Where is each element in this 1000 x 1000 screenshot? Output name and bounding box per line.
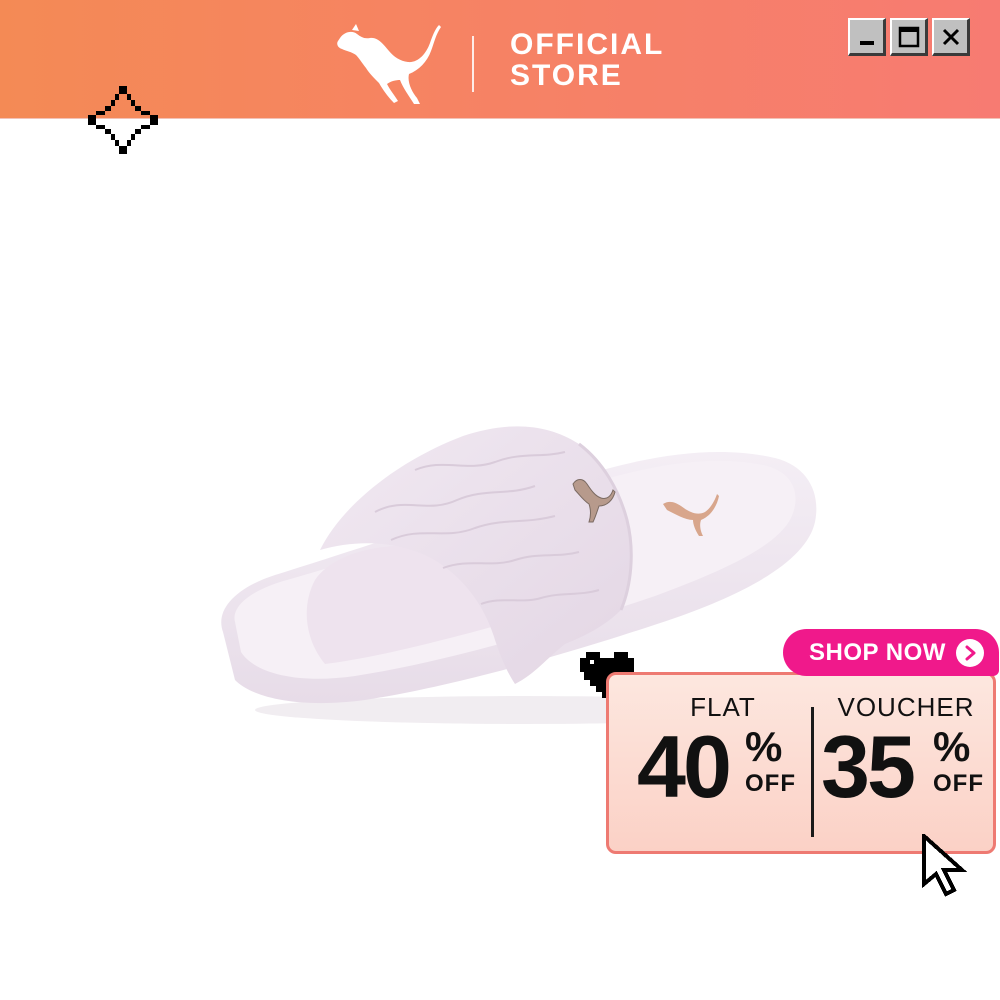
flat-value: 40 bbox=[637, 717, 732, 816]
store-title: OFFICIAL STORE bbox=[510, 29, 664, 91]
shop-now-label: SHOP NOW bbox=[809, 638, 946, 666]
flat-discount: FLAT 40 % OFF bbox=[637, 693, 809, 819]
close-icon bbox=[942, 28, 959, 45]
voucher-off: OFF bbox=[933, 770, 984, 797]
ad-canvas: OFFICIAL STORE FLAT 40 % OFF VOUCHER 35 … bbox=[0, 0, 1000, 1000]
store-title-line2: STORE bbox=[510, 59, 623, 92]
voucher-discount: VOUCHER 35 % OFF bbox=[821, 693, 991, 819]
minimize-button[interactable] bbox=[848, 18, 886, 56]
minimize-icon bbox=[859, 40, 874, 45]
chevron-right-icon bbox=[956, 639, 984, 667]
pixel-arrow-cursor-icon bbox=[922, 834, 968, 897]
voucher-value: 35 bbox=[821, 717, 916, 816]
shop-now-button[interactable]: SHOP NOW bbox=[783, 629, 999, 676]
maximize-icon bbox=[898, 26, 919, 47]
close-button[interactable] bbox=[932, 18, 970, 56]
header-divider bbox=[472, 36, 474, 92]
promo-divider bbox=[811, 707, 814, 837]
sparkle-icon bbox=[88, 86, 158, 154]
store-title-line1: OFFICIAL bbox=[510, 28, 665, 61]
voucher-value-row: 35 % OFF bbox=[821, 719, 991, 819]
promo-card[interactable]: FLAT 40 % OFF VOUCHER 35 % OFF bbox=[606, 672, 996, 854]
flat-value-row: 40 % OFF bbox=[637, 719, 809, 819]
maximize-button[interactable] bbox=[890, 18, 928, 56]
voucher-percent: % bbox=[933, 723, 971, 770]
puma-cat-logo bbox=[337, 24, 441, 104]
window-controls bbox=[848, 18, 970, 56]
flat-off: OFF bbox=[745, 770, 796, 797]
flat-percent: % bbox=[745, 723, 783, 770]
